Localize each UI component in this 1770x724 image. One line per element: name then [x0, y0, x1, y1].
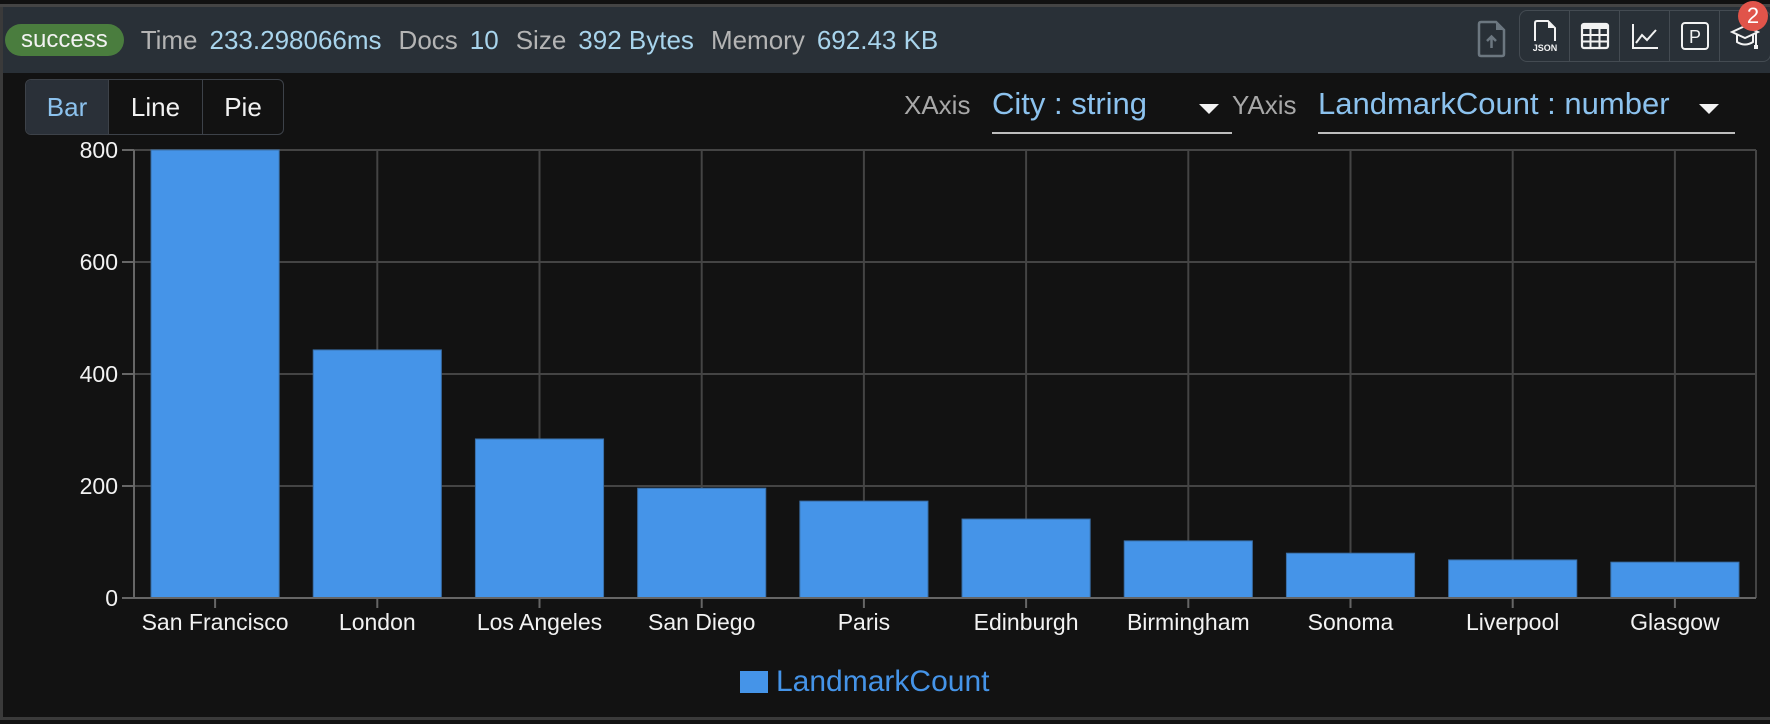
- bar[interactable]: [1448, 559, 1578, 599]
- x-tick-label: Edinburgh: [974, 609, 1079, 635]
- bar-chart: 0 200 400 600 800 San Francisco London Los Ange…: [80, 137, 1757, 635]
- y-tick-label: 200: [80, 473, 118, 499]
- x-tick-label: Liverpool: [1466, 609, 1559, 635]
- y-tick-label: 0: [105, 585, 118, 611]
- bar[interactable]: [1610, 561, 1740, 599]
- legend-swatch: [740, 671, 768, 693]
- y-tick-label: 800: [80, 137, 118, 163]
- bar[interactable]: [637, 487, 767, 599]
- bar[interactable]: [799, 500, 929, 599]
- bar[interactable]: [312, 349, 442, 599]
- x-tick-label: Paris: [838, 609, 890, 635]
- x-tick-label: Birmingham: [1127, 609, 1250, 635]
- bar[interactable]: [1285, 552, 1416, 599]
- y-tick-label: 600: [80, 249, 118, 275]
- x-tick-label: Los Angeles: [477, 609, 602, 635]
- x-tick-label: London: [339, 609, 416, 635]
- bar[interactable]: [1123, 540, 1253, 599]
- bar[interactable]: [474, 438, 605, 599]
- chart-legend[interactable]: LandmarkCount: [740, 665, 989, 699]
- x-tick-label: Glasgow: [1630, 609, 1720, 635]
- y-tick-label: 400: [80, 361, 118, 387]
- x-tick-label: San Francisco: [142, 609, 289, 635]
- bar[interactable]: [150, 149, 280, 599]
- legend-label: LandmarkCount: [776, 665, 990, 698]
- x-tick-label: San Diego: [648, 609, 755, 635]
- bar[interactable]: [961, 518, 1091, 599]
- x-tick-label: Sonoma: [1308, 609, 1394, 635]
